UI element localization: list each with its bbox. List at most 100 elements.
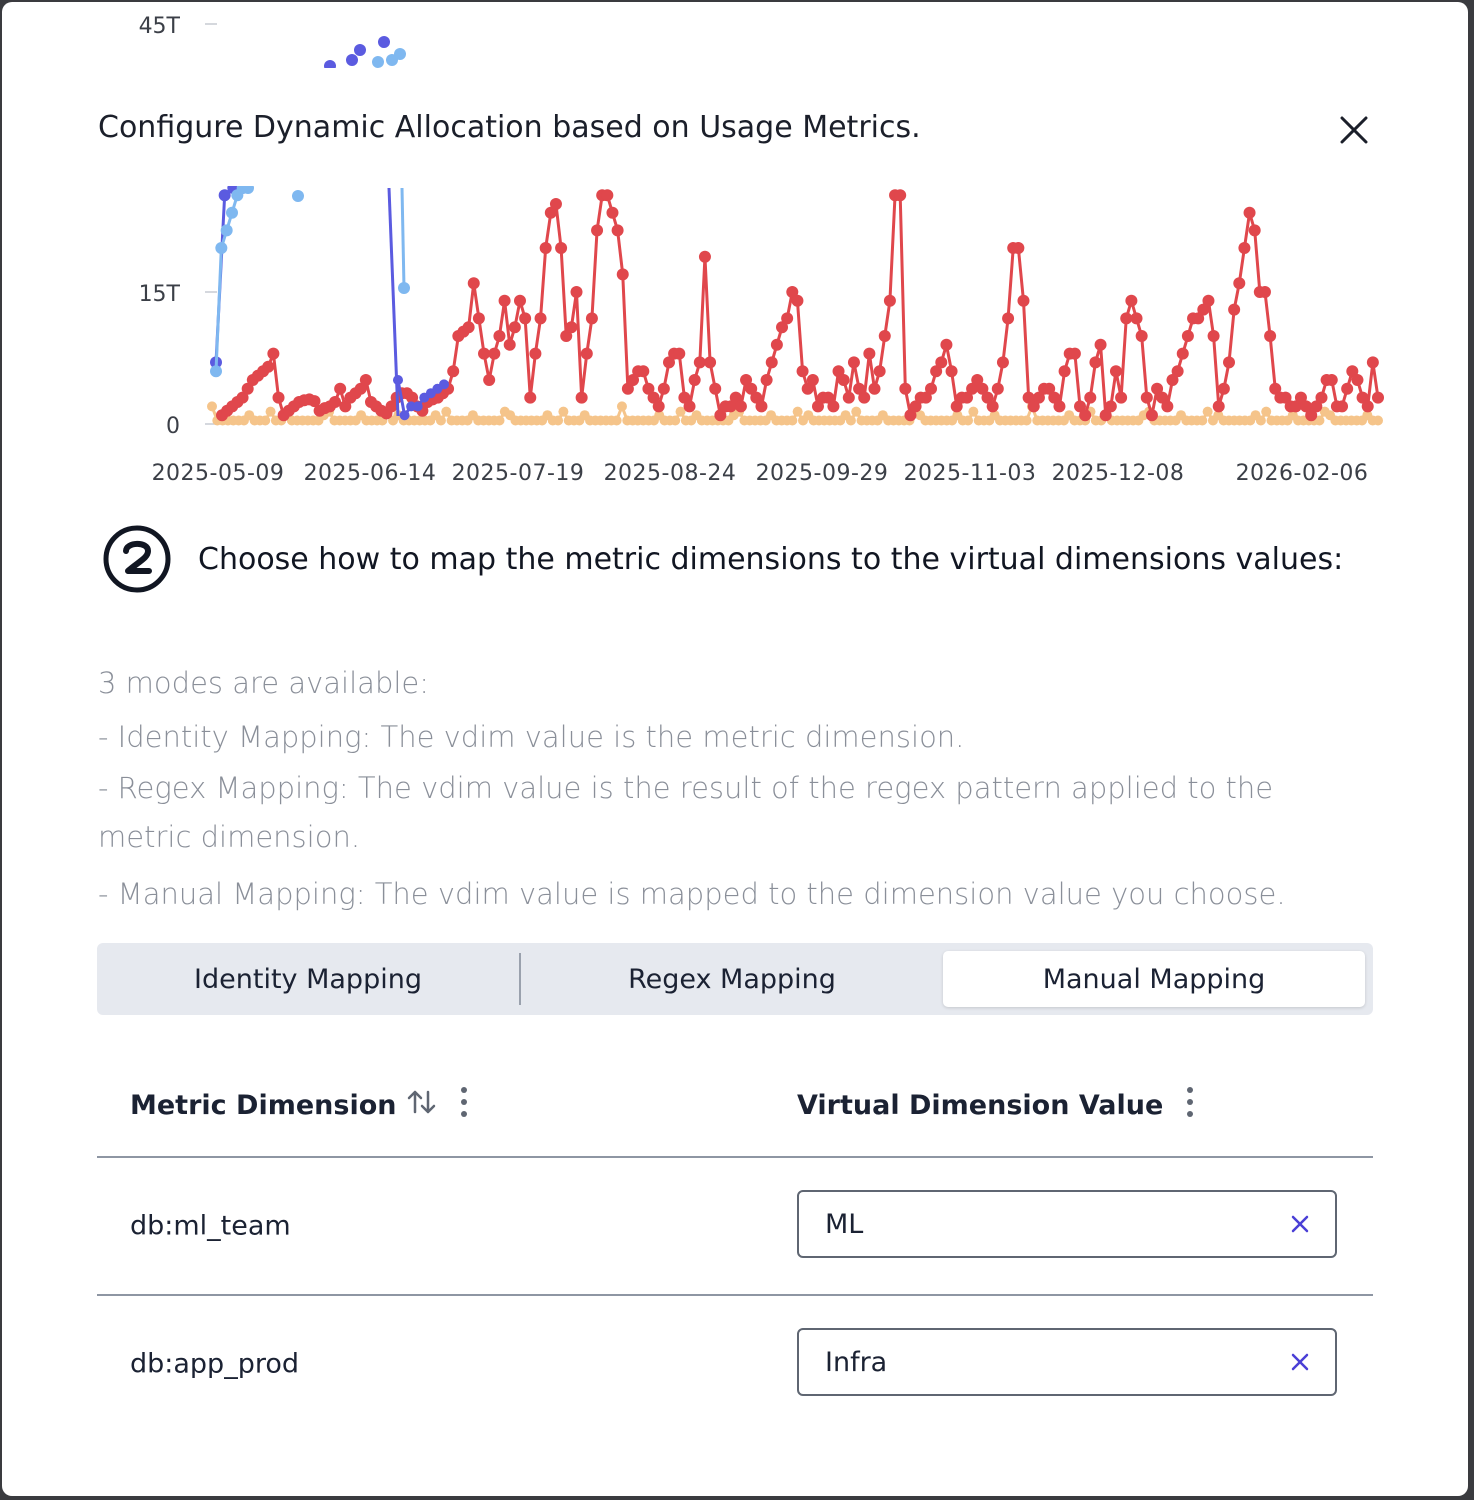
series-red-point [925,382,938,395]
column-header-metric-dimension[interactable]: Metric Dimension [130,1086,469,1125]
series-red-point [863,347,876,360]
series-red-point [601,189,614,202]
series-red-point [462,321,475,334]
series-red-point [1120,312,1133,325]
clear-icon[interactable] [1287,1349,1313,1375]
vdim-value-input[interactable] [823,1345,1267,1379]
series-red-point [565,321,578,334]
series-red-point [1135,330,1148,342]
series-orange-point [968,406,979,417]
sort-icon[interactable] [407,1089,437,1122]
series-dark-blue-point [412,401,423,412]
table-row: db:app_prod [97,1296,1373,1432]
series-orange-point [787,415,798,426]
series-red-point [698,250,711,263]
modal-header: Configure Dynamic Allocation based on Us… [2,68,1468,186]
series-red-point [868,382,881,395]
series-red-point [765,356,778,369]
vdim-value-field[interactable] [797,1328,1337,1396]
series-red-point [1264,330,1277,342]
series-red-point [657,382,670,395]
series-red-point [334,382,347,395]
series-orange-point [553,415,564,426]
series-red-point [806,374,819,386]
series-red-point [996,356,1009,369]
series-orange-point [494,415,505,426]
tab-identity-mapping[interactable]: Identity Mapping [97,943,519,1015]
series-red-point [262,360,275,373]
series-red-point [693,356,706,369]
series-red-point [734,400,747,413]
series-red-point [1125,294,1138,307]
desc-line: 3 modes are available: [98,666,430,700]
tab-regex-mapping[interactable]: Regex Mapping [521,943,943,1015]
series-dark-blue-point [393,375,403,385]
x-tick-label: 2025-05-09 [152,461,285,486]
series-red-point [940,338,953,351]
series-red-point [1372,391,1384,404]
series-red-point [1017,294,1030,307]
series-red-point [827,400,840,413]
series-red-point [508,321,521,334]
series-light-blue-point [220,224,233,237]
vdim-value-field[interactable] [797,1190,1337,1258]
series-red-point [580,347,593,360]
series-red-point [267,347,280,360]
series-red-point [447,365,460,378]
close-icon [1340,116,1368,144]
series-red-point [1336,400,1349,413]
series-orange-point [435,415,446,426]
series-red-point [493,330,506,342]
column-header-virtual-dimension-value[interactable]: Virtual Dimension Value [797,1086,1195,1125]
series-red-point [1361,400,1374,413]
series-red-point [673,347,686,360]
series-red-point [847,356,860,369]
series-red-point [945,365,958,378]
clear-icon[interactable] [1287,1211,1313,1237]
series-red-point [1084,391,1097,404]
x-tick-label: 2026-02-06 [1236,461,1369,486]
series-orange-point [558,406,569,417]
series-point [372,56,384,68]
x-tick-label: 2025-07-19 [452,461,585,486]
series-red-point [688,374,701,386]
close-button[interactable] [1332,108,1376,152]
series-red-point [652,400,665,413]
series-red-point [1130,312,1143,325]
table-row: db:ml_team [97,1158,1373,1296]
x-tick-label: 2025-09-29 [756,461,889,486]
series-red-point [555,242,568,254]
series-red-point [1058,365,1071,378]
series-red-point [796,365,809,378]
metric-dimension-cell: db:app_prod [130,1348,300,1380]
x-tick-label: 2025-11-03 [904,461,1037,486]
series-red-point [883,294,896,307]
column-label: Virtual Dimension Value [797,1090,1164,1121]
series-light-blue-line [400,187,406,289]
column-menu-icon[interactable] [459,1086,469,1125]
series-red-point [513,294,526,307]
series-red-point [1366,356,1379,369]
y-tick-label: 15T [139,282,181,307]
series-red-point [637,365,650,378]
series-red-point [991,382,1004,395]
series-red-point [1207,330,1220,342]
series-light-blue-point [215,242,228,254]
series-red-point [272,391,285,404]
series-red-point [329,396,342,408]
series-orange-point [1261,406,1272,417]
series-orange-point [792,406,803,417]
tab-manual-mapping[interactable]: Manual Mapping [943,951,1365,1007]
series-red-point [858,391,871,404]
vdim-value-input[interactable] [823,1207,1267,1241]
series-light-blue-point [226,206,238,219]
series-dark-blue-point [439,379,449,390]
series-red-point [935,356,948,369]
column-menu-icon[interactable] [1185,1086,1195,1125]
series-red-point [488,347,501,360]
series-light-blue-point [292,190,304,202]
series-red-point [1109,365,1122,378]
series-orange-point [616,401,627,412]
series-red-point [842,391,855,404]
series-red-point [704,356,717,369]
